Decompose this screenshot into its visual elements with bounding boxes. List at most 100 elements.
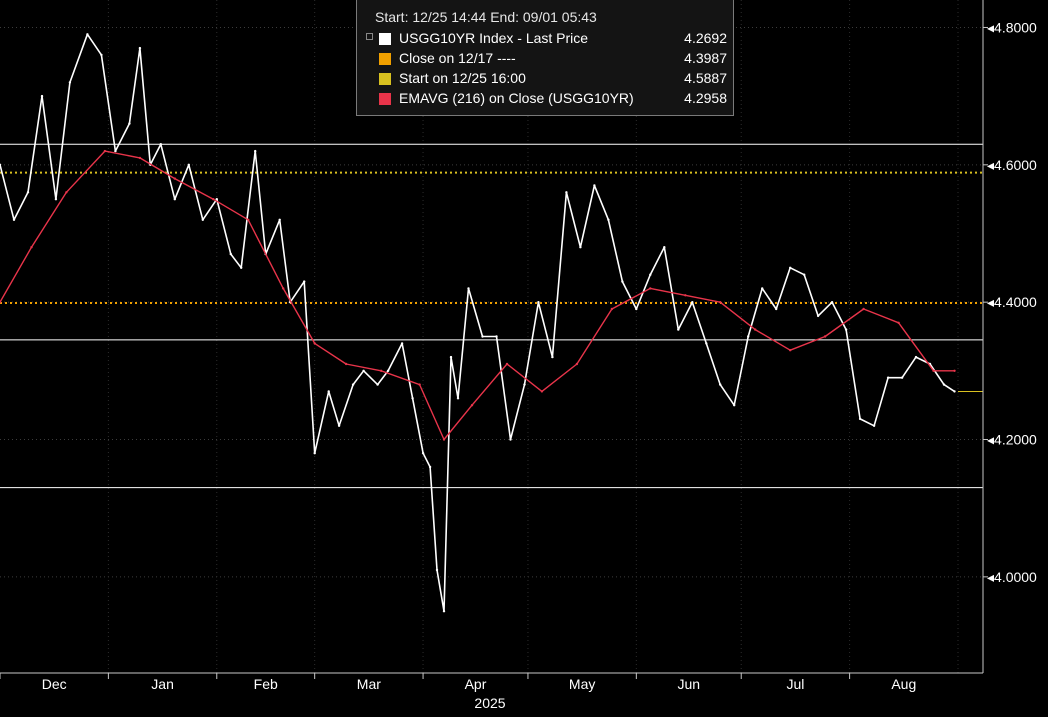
data-point-emavg: [138, 156, 142, 160]
data-point-last-price: [816, 314, 820, 318]
data-point-last-price: [428, 465, 432, 469]
reference-lines: [0, 143, 983, 489]
data-point-last-price: [351, 383, 355, 386]
legend-swatch: [379, 93, 391, 105]
data-point-last-price: [68, 81, 72, 84]
legend-entry-label: USGG10YR Index - Last Price: [399, 30, 589, 46]
data-point-emavg: [282, 287, 285, 290]
data-point-emavg: [789, 349, 792, 352]
data-point-last-price: [663, 246, 666, 249]
data-point-last-price: [229, 252, 232, 256]
data-point-emavg: [103, 149, 107, 153]
legend-entry-close[interactable]: Close on 12/17 ---- 4.3987: [375, 50, 727, 70]
legend-entry-label: Start on 12/25 16:00: [399, 70, 526, 86]
data-point-last-price: [26, 191, 30, 194]
legend-swatch: [379, 73, 391, 85]
data-point-last-price: [537, 301, 540, 304]
x-tick-label: Mar: [357, 676, 381, 692]
data-point-last-price: [621, 280, 624, 283]
data-point-last-price: [551, 355, 554, 359]
data-point-last-price: [872, 424, 876, 427]
data-point-emavg: [575, 362, 579, 366]
legend[interactable]: Start: 12/25 14:44 End: 09/01 05:43 USGG…: [356, 0, 734, 116]
data-point-last-price: [278, 218, 281, 221]
legend-entry-value: 4.2692: [684, 30, 727, 46]
data-point-last-price: [830, 301, 834, 304]
data-point-last-price: [649, 273, 652, 276]
legend-entry-last-price[interactable]: USGG10YR Index - Last Price 4.2692: [375, 30, 727, 50]
data-point-emavg: [30, 246, 33, 249]
series: [0, 33, 956, 613]
data-point-emavg: [719, 301, 722, 304]
data-point-last-price: [886, 376, 890, 379]
data-point-last-price: [40, 94, 44, 98]
data-point-last-price: [593, 184, 596, 187]
x-tick-label: Jul: [786, 676, 804, 692]
data-point-last-price: [900, 376, 904, 379]
data-point-last-price: [914, 355, 918, 359]
data-point-last-price: [411, 397, 414, 400]
data-point-last-price: [635, 307, 638, 311]
data-point-last-price: [775, 307, 778, 311]
data-point-last-price: [421, 452, 425, 455]
data-point-emavg: [505, 362, 509, 366]
data-point-last-price: [400, 342, 404, 345]
data-point-last-price: [128, 122, 131, 125]
data-point-last-price: [187, 163, 190, 166]
data-point-last-price: [54, 198, 58, 201]
legend-entry-start[interactable]: Start on 12/25 16:00 4.5887: [375, 70, 727, 90]
data-point-last-price: [100, 53, 103, 57]
data-point-emavg: [313, 342, 316, 345]
data-point-last-price: [327, 390, 330, 393]
data-point-emavg: [953, 369, 956, 372]
data-point-emavg: [247, 218, 250, 221]
data-point-last-price: [313, 452, 316, 455]
data-point-last-price: [159, 143, 162, 146]
data-point-last-price: [858, 417, 862, 421]
data-point-last-price: [942, 383, 946, 386]
legend-swatch: [379, 53, 391, 65]
legend-entry-emavg[interactable]: EMAVG (216) on Close (USGG10YR) 4.2958: [375, 90, 727, 110]
data-point-last-price: [386, 369, 390, 372]
data-point-last-price: [201, 218, 204, 221]
data-point-emavg: [470, 404, 474, 407]
data-point-emavg: [823, 335, 827, 338]
legend-entry-value: 4.2958: [684, 90, 727, 106]
y-tick-label: ◂4.6000: [987, 157, 1037, 173]
x-tick-label: Aug: [891, 676, 916, 692]
x-tick-label: Jan: [151, 676, 174, 692]
legend-entry-value: 4.3987: [684, 50, 727, 66]
data-point-last-price: [691, 301, 694, 304]
x-tick-label: Feb: [254, 676, 278, 692]
data-point-emavg: [610, 307, 614, 311]
data-point-last-price: [719, 383, 722, 386]
data-point-last-price: [733, 404, 736, 407]
data-point-emavg: [540, 390, 544, 393]
legend-handle-icon[interactable]: [366, 33, 373, 40]
data-point-emavg: [418, 383, 421, 386]
data-point-last-price: [456, 397, 460, 400]
y-tick-label: ◂4.0000: [987, 569, 1037, 585]
legend-entry-label: Close on 12/17 ----: [399, 50, 516, 66]
data-point-last-price: [376, 383, 379, 386]
legend-entry-value: 4.5887: [684, 70, 727, 86]
data-point-last-price: [467, 287, 470, 290]
data-point-last-price: [677, 328, 680, 331]
series-line-last-price: [0, 33, 955, 612]
data-point-last-price: [449, 355, 453, 359]
data-point-last-price: [953, 390, 956, 393]
legend-header: Start: 12/25 14:44 End: 09/01 05:43: [375, 9, 597, 25]
data-point-emavg: [379, 369, 383, 372]
chart: ◂4.8000 ◂4.6000 ◂4.4000 ◂4.2000 ◂4.0000 Dec Ja…: [0, 0, 1048, 712]
data-point-last-price: [565, 191, 568, 194]
data-point-last-price: [523, 383, 526, 386]
data-point-emavg: [212, 198, 215, 201]
data-point-last-price: [254, 149, 257, 153]
data-point-emavg: [754, 328, 757, 331]
data-point-emavg: [897, 321, 900, 324]
data-point-last-price: [747, 335, 750, 338]
data-point-emavg: [649, 287, 652, 290]
data-point-emavg: [862, 307, 865, 311]
data-point-emavg: [65, 191, 68, 194]
legend-entry-label: EMAVG (216) on Close (USGG10YR): [399, 90, 634, 106]
